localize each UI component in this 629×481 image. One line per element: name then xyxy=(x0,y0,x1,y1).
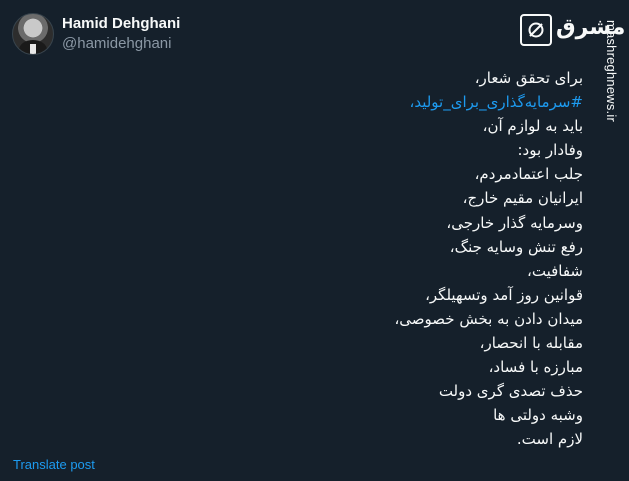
tweet-line: وسرمایه گذار خارجی، xyxy=(446,213,583,232)
tweet-line: مبارزه با فساد، xyxy=(488,358,583,377)
avatar-shirt-shape xyxy=(30,44,36,54)
tweet-line: قوانین روز آمد وتسهیلگر، xyxy=(425,285,583,304)
hashtag-link[interactable]: #سرمایه‌گذاری_برای_تولید، xyxy=(63,90,584,114)
tweet-line: حذف تصدی گری دولت xyxy=(438,382,583,401)
tweet-line: باید به لوازم آن، xyxy=(482,117,583,136)
tweet-line: رفع تنش وسایه جنگ، xyxy=(449,237,583,256)
translate-post-link[interactable]: Translate post xyxy=(13,457,95,472)
watermark-site: mashreghnews.ir xyxy=(604,20,619,122)
tweet-line: مقابله با انحصار، xyxy=(479,334,583,353)
tweet-card: Hamid Dehghani @hamidehghani مشرق mashre… xyxy=(0,0,629,481)
avatar[interactable] xyxy=(12,13,54,55)
tweet-line: وشبه دولتی ها xyxy=(493,406,583,425)
tweet-line: لازم است. xyxy=(516,430,583,449)
tweet-line: شفافیت، xyxy=(527,261,583,280)
tweet-line: برای تحقق شعار، xyxy=(474,69,583,87)
author-display-name[interactable]: Hamid Dehghani xyxy=(62,15,180,32)
logo-glyph-icon xyxy=(528,22,544,38)
tweet-text: برای تحقق شعار، #سرمایه‌گذاری_برای_تولید… xyxy=(63,66,583,452)
tweet-line: میدان دادن به بخش خصوصی، xyxy=(394,309,583,328)
tweet-line: جلب اعتمادمردم، xyxy=(474,165,583,184)
tweet-line: ایرانیان مقیم خارج، xyxy=(462,189,583,208)
tweet-line: وفادار بود: xyxy=(517,141,583,160)
mashregh-logo-icon xyxy=(520,14,552,46)
author-handle[interactable]: @hamidehghani xyxy=(62,35,171,52)
